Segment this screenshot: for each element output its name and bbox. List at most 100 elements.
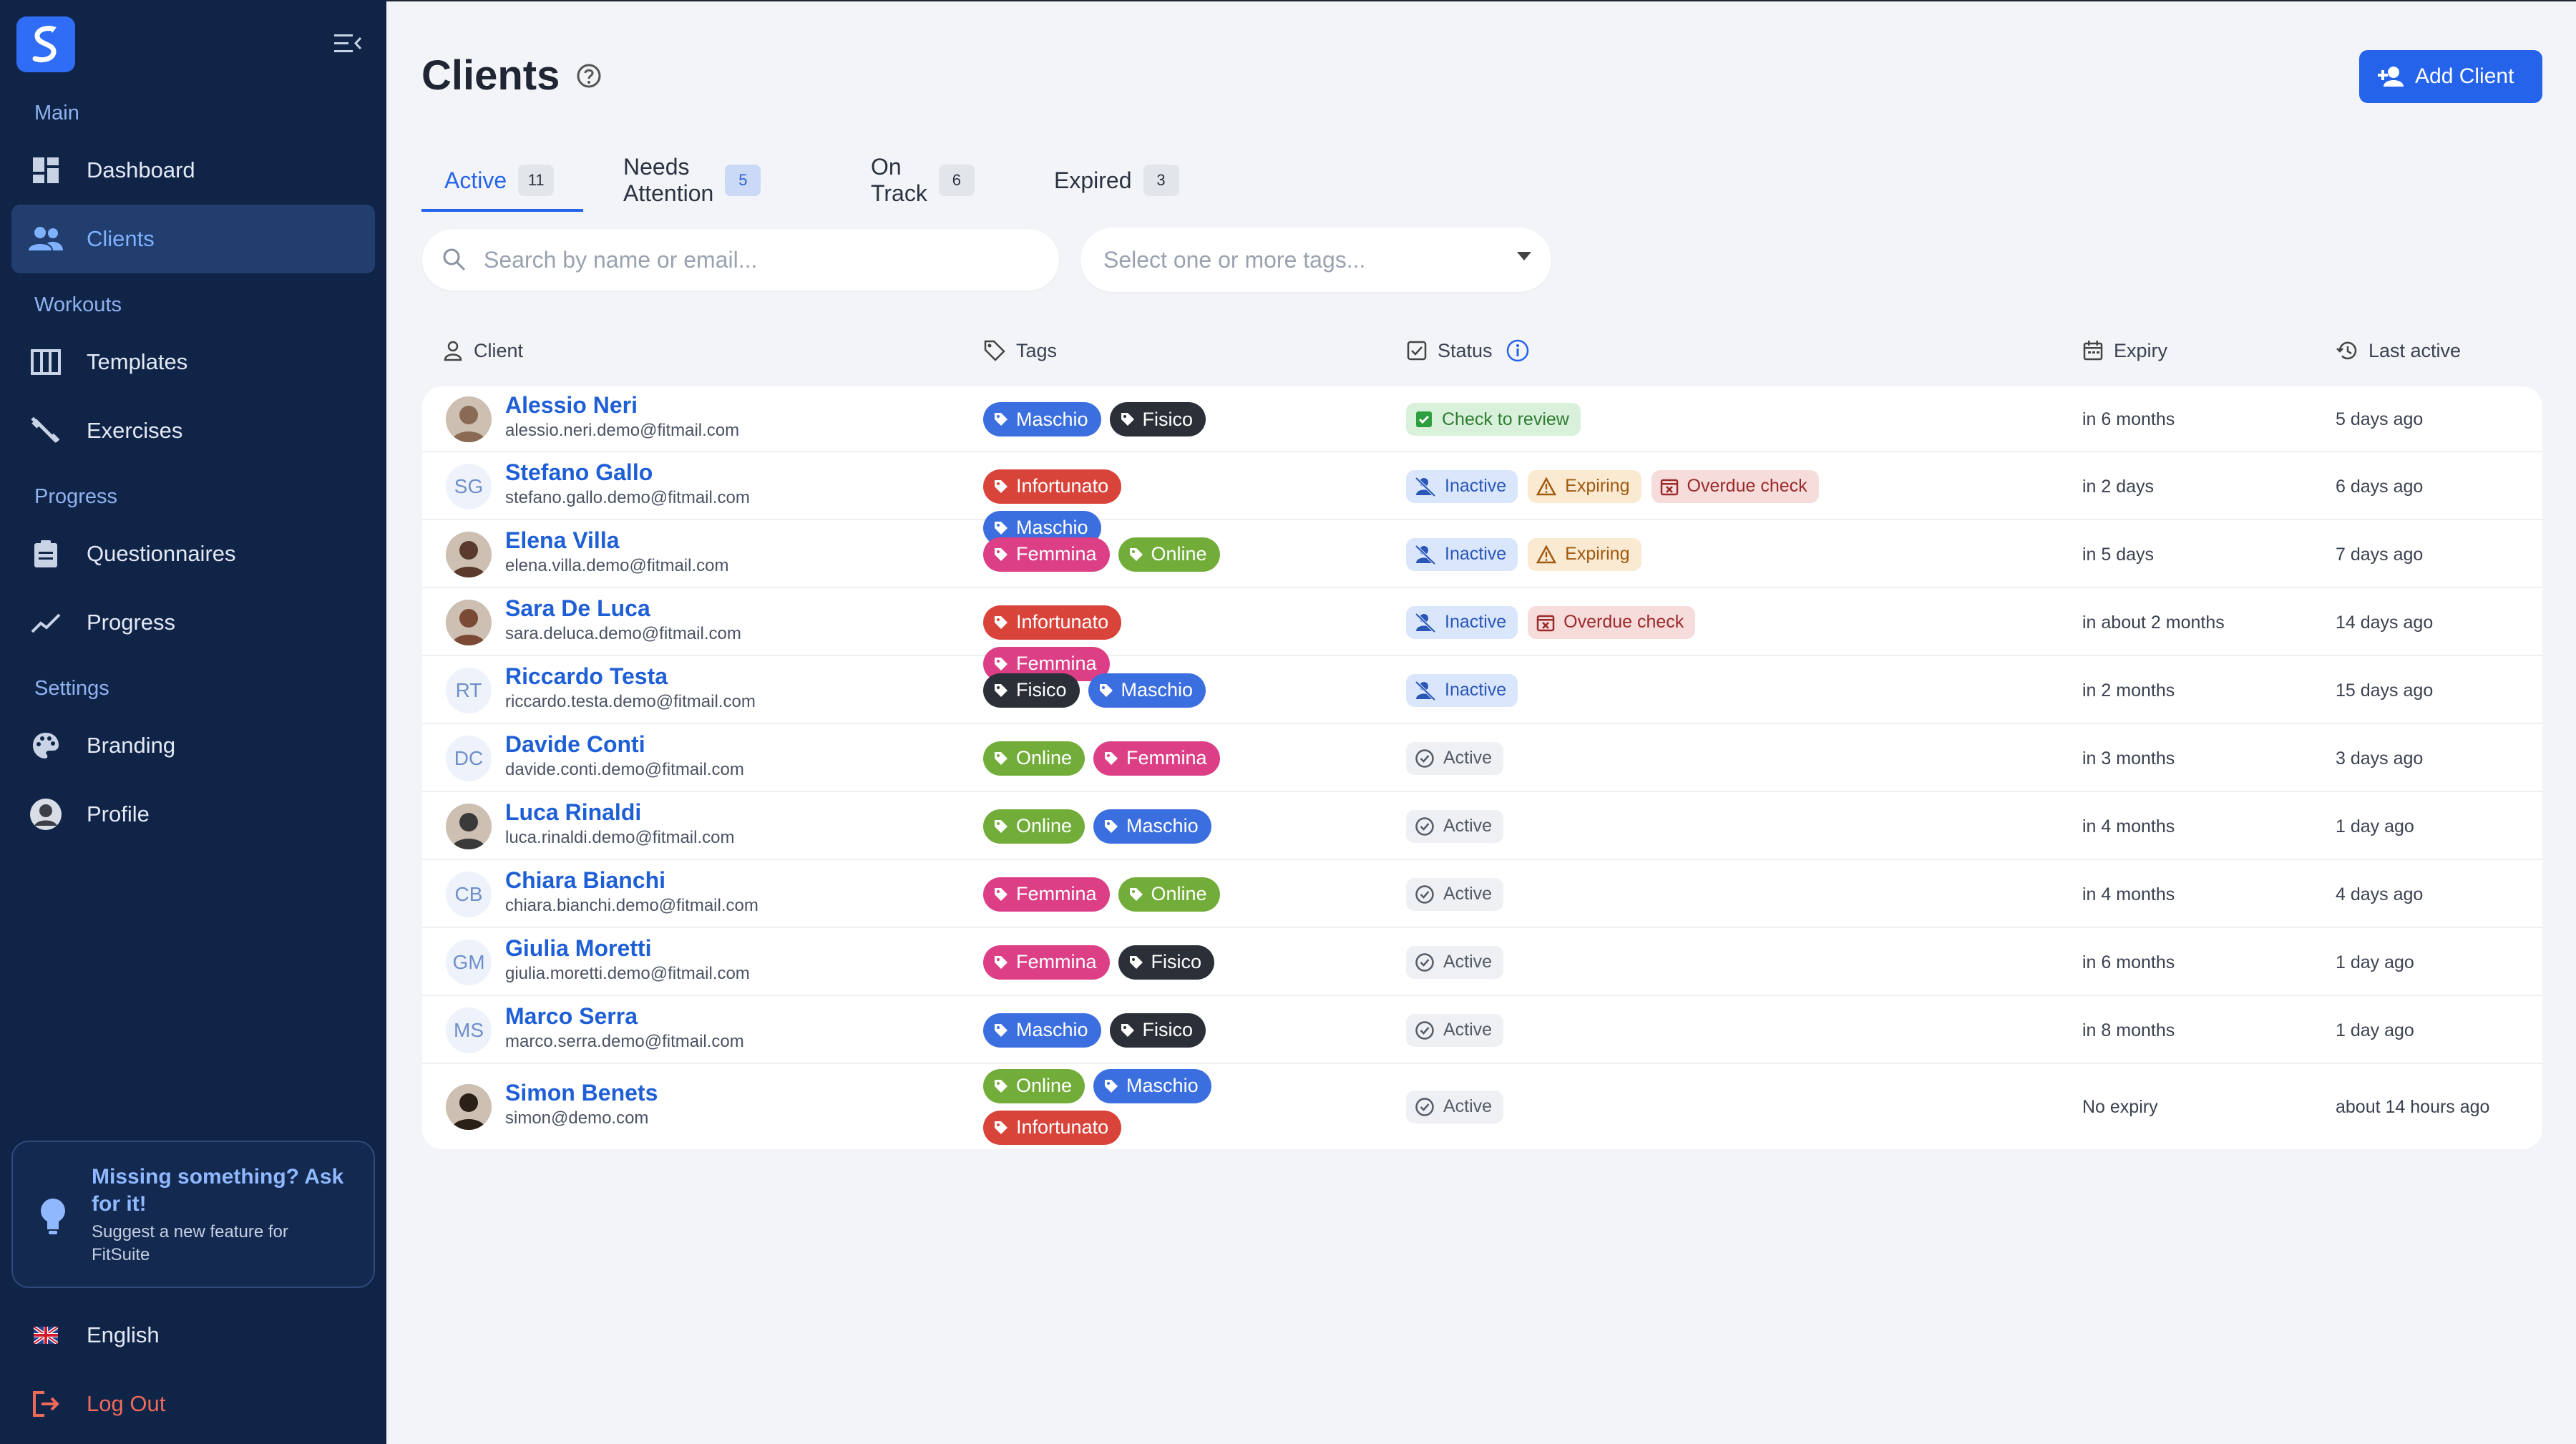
tag-icon (984, 340, 1005, 361)
client-statuses: Active (1406, 877, 1504, 911)
tag-chip[interactable]: Femmina (983, 945, 1110, 980)
tag-chip[interactable]: Fisico (1109, 402, 1206, 436)
tag-label: Online (1151, 883, 1207, 904)
tab-needs-attention[interactable]: Needs Attention 5 (623, 152, 761, 209)
tag-chip[interactable]: Infortunato (983, 605, 1122, 640)
tab-count: 3 (1143, 165, 1179, 196)
tag-chip[interactable]: Femmina (983, 537, 1110, 572)
sidebar-item-questionnaires[interactable]: Questionnaires (11, 519, 375, 588)
suggest-feature-card[interactable]: Missing something? Ask for it! Suggest a… (11, 1141, 375, 1288)
tag-chip[interactable]: Online (1118, 877, 1220, 912)
tag-chip[interactable]: Maschio (983, 402, 1101, 436)
search-field[interactable] (422, 229, 1059, 291)
status-label: Active (1443, 1020, 1493, 1040)
sidebar-item-progress[interactable]: Progress (11, 588, 375, 657)
sidebar-item-label: Questionnaires (87, 541, 236, 566)
profile-avatar (29, 797, 63, 831)
tag-chip[interactable]: Infortunato (983, 469, 1122, 504)
table-row[interactable]: Luca Rinaldi luca.rinaldi.demo@fitmail.co… (422, 792, 2542, 860)
tag-chip[interactable]: Femmina (983, 877, 1110, 912)
tag-chip[interactable]: Fisico (983, 673, 1080, 708)
tab-count: 11 (518, 165, 555, 196)
tag-chip[interactable]: Maschio (1088, 673, 1206, 708)
table-row[interactable]: RT Riccardo Testa riccardo.testa.demo@fitm… (422, 656, 2542, 724)
client-name-link[interactable]: Alessio Neri (505, 392, 638, 419)
column-label: Status (1438, 339, 1493, 361)
table-row[interactable]: Sara De Luca sara.deluca.demo@fitmail.com… (422, 588, 2542, 681)
sidebar-item-exercises[interactable]: Exercises (11, 396, 375, 465)
dashboard-icon (29, 153, 63, 187)
table-row[interactable]: MS Marco Serra marco.serra.demo@fitmail.co… (422, 996, 2542, 1064)
language-selector[interactable]: English (11, 1301, 375, 1370)
client-avatar (446, 803, 492, 849)
sidebar-item-branding[interactable]: Branding (11, 711, 375, 780)
column-last-active[interactable]: Last active (2336, 331, 2461, 371)
table-row[interactable]: Elena Villa elena.villa.demo@fitmail.com F… (422, 520, 2542, 588)
client-statuses: Active (1406, 1090, 1504, 1123)
logout-icon (29, 1387, 63, 1421)
table-row[interactable]: GM Giulia Moretti giulia.moretti.demo@fitm… (422, 928, 2542, 996)
tag-chip[interactable]: Fisico (1118, 945, 1215, 980)
person-off-icon (1415, 477, 1436, 497)
table-row[interactable]: Simon Benets simon@demo.com Online Maschio I… (422, 1064, 2542, 1149)
tag-icon (995, 479, 1008, 493)
column-status[interactable]: Status (1406, 331, 1540, 371)
status-label: Overdue check (1687, 476, 1807, 496)
client-statuses: Inactive Expiring Overdue check (1406, 469, 1819, 503)
tag-chip[interactable]: Fisico (1109, 1013, 1206, 1048)
client-name-link[interactable]: Simon Benets (505, 1080, 658, 1106)
collapse-sidebar-button[interactable] (331, 27, 366, 60)
tag-chip[interactable]: Infortunato (983, 1110, 1122, 1145)
add-client-button[interactable]: Add Client (2359, 50, 2542, 103)
tag-label: Infortunato (1016, 1116, 1109, 1138)
info-icon[interactable] (1506, 338, 1530, 363)
tab-active[interactable]: Active 11 (421, 152, 583, 212)
table-row[interactable]: SG Stefano Gallo stefano.gallo.demo@fitmai… (422, 452, 2542, 545)
client-name-link[interactable]: Giulia Moretti (505, 935, 651, 962)
sidebar-item-templates[interactable]: Templates (11, 328, 375, 396)
client-name-link[interactable]: Stefano Gallo (505, 459, 653, 486)
tag-chip[interactable]: Online (1118, 537, 1220, 572)
warning-icon (1536, 477, 1557, 495)
client-avatar: MS (446, 1007, 492, 1053)
table-row[interactable]: DC Davide Conti davide.conti.demo@fitmail.… (422, 724, 2542, 792)
client-name-link[interactable]: Riccardo Testa (505, 663, 668, 690)
avatar-photo (446, 599, 492, 645)
tag-chip[interactable]: Maschio (983, 1013, 1101, 1048)
tag-chip[interactable]: Online (983, 809, 1085, 844)
column-expiry[interactable]: Expiry (2082, 331, 2167, 371)
table-row[interactable]: CB Chiara Bianchi chiara.bianchi.demo@fitm… (422, 860, 2542, 928)
nav-section-progress: Progress (34, 485, 118, 508)
client-name-link[interactable]: Marco Serra (505, 1003, 638, 1030)
tag-chip[interactable]: Maschio (1093, 809, 1211, 844)
client-name-link[interactable]: Elena Villa (505, 527, 620, 554)
sidebar-item-label: Dashboard (87, 157, 195, 182)
status-label: Active (1443, 952, 1493, 972)
client-last-active: 3 days ago (2336, 748, 2424, 769)
client-name-link[interactable]: Sara De Luca (505, 595, 650, 622)
tag-icon (995, 615, 1008, 629)
logout-button[interactable]: Log Out (11, 1370, 375, 1438)
tag-filter-select[interactable]: Select one or more tags... (1080, 228, 1551, 292)
column-client[interactable]: Client (442, 331, 523, 371)
tag-chip[interactable]: Femmina (1093, 741, 1220, 776)
client-name-link[interactable]: Davide Conti (505, 731, 645, 758)
app-logo[interactable] (16, 16, 75, 72)
sidebar-item-dashboard[interactable]: Dashboard (11, 136, 375, 205)
tag-chip[interactable]: Maschio (1093, 1068, 1211, 1103)
tag-label: Online (1016, 815, 1073, 836)
help-icon[interactable] (576, 63, 602, 89)
table-row[interactable]: Alessio Neri alessio.neri.demo@fitmail.co… (422, 386, 2542, 452)
tab-on-track[interactable]: On Track 6 (871, 152, 975, 209)
tag-chip[interactable]: Online (983, 741, 1085, 776)
client-name-link[interactable]: Luca Rinaldi (505, 799, 641, 826)
status-badge-active: Active (1406, 809, 1504, 843)
tag-chip[interactable]: Online (983, 1068, 1085, 1103)
tab-expired[interactable]: Expired 3 (1054, 152, 1179, 209)
sidebar-item-clients[interactable]: Clients (11, 205, 375, 273)
sidebar-item-profile[interactable]: Profile (11, 780, 375, 849)
search-input[interactable] (484, 246, 1028, 273)
column-tags[interactable]: Tags (983, 331, 1057, 371)
suggest-subtitle: Suggest a new feature for FitSuite (92, 1222, 288, 1264)
client-name-link[interactable]: Chiara Bianchi (505, 867, 665, 894)
